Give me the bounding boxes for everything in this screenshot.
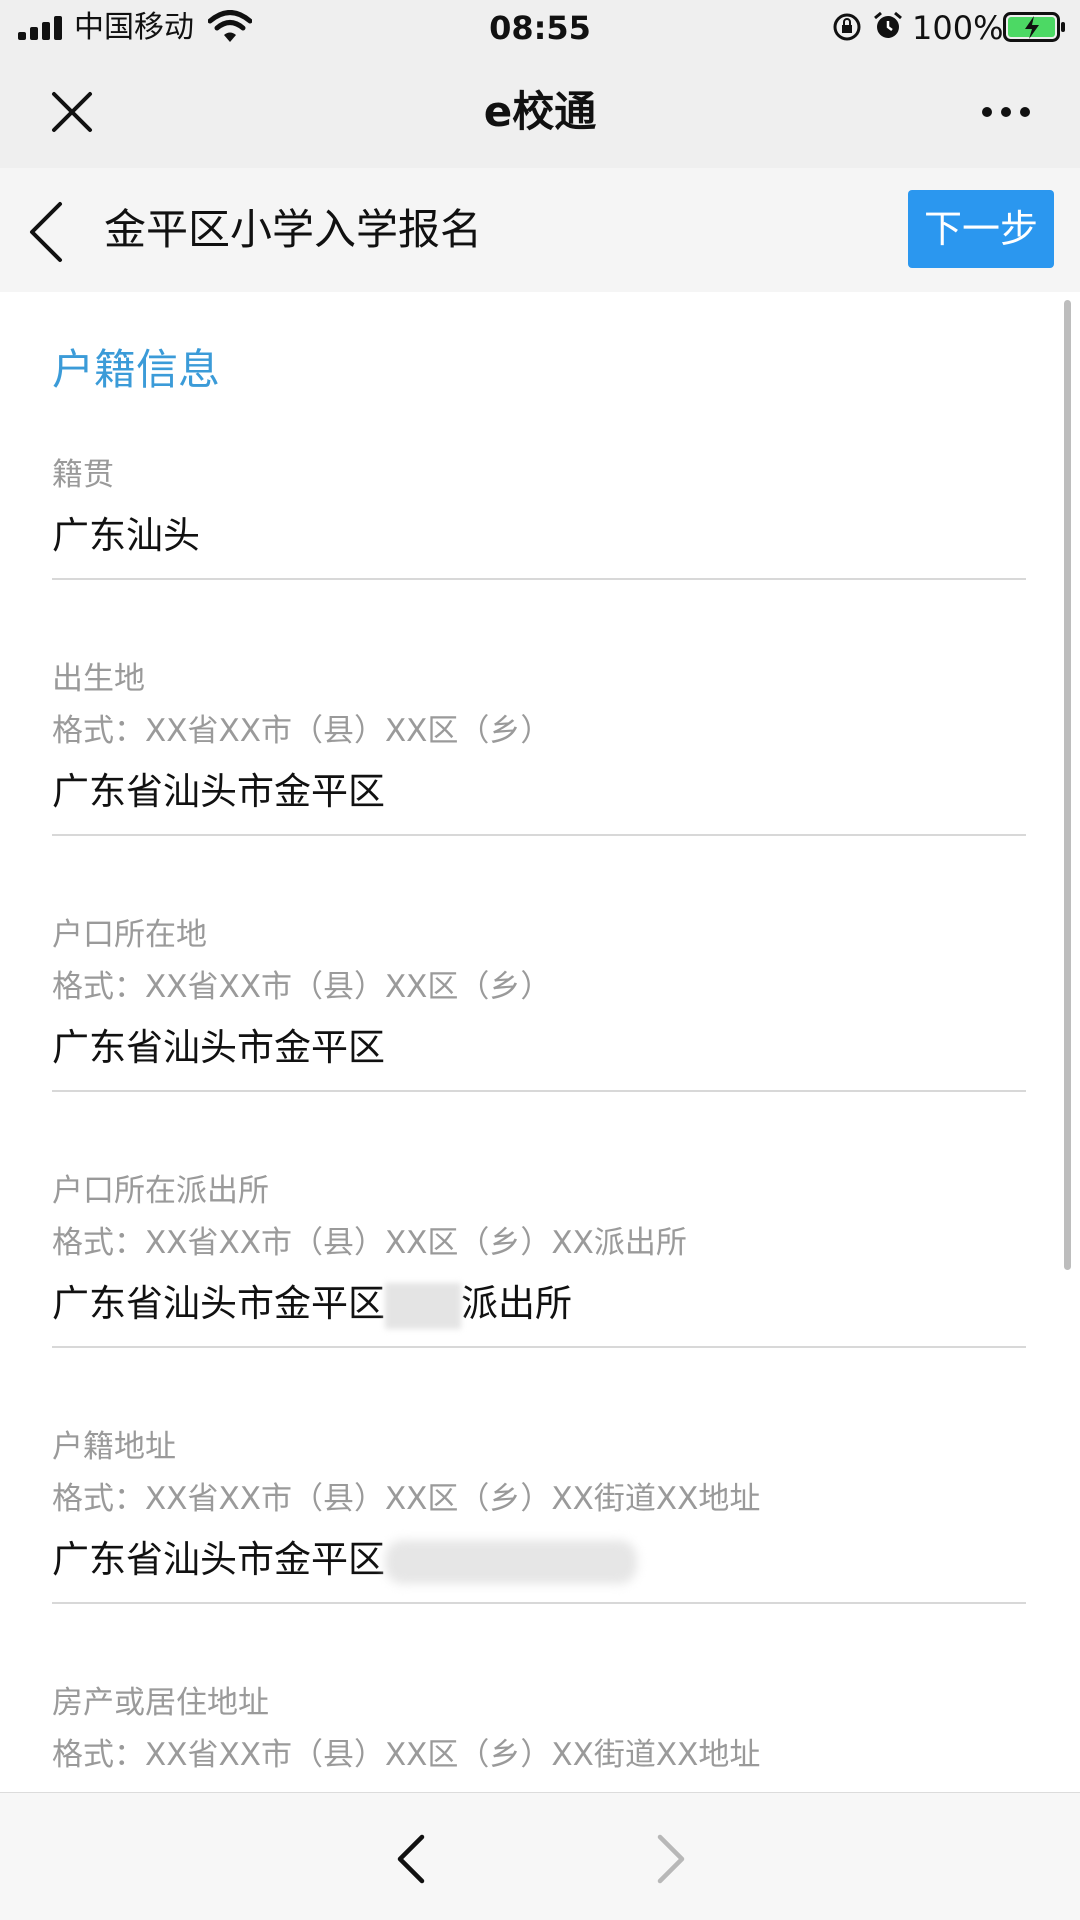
field-label: 籍贯 xyxy=(52,457,114,493)
household-address-value: 广东省汕头市金平区 xyxy=(52,1538,385,1581)
field-label: 房产或居住地址 xyxy=(52,1685,269,1721)
field-format-hint: 格式：XX省XX市（县）XX区（乡）XX街道XX地址 xyxy=(52,1481,761,1517)
bottom-nav-bar xyxy=(0,1792,1080,1920)
page-title: 金平区小学入学报名 xyxy=(104,205,483,254)
orientation-lock-icon xyxy=(833,13,861,41)
police-station-value: 广东省汕头市金平区 xyxy=(52,1282,385,1325)
field-label: 出生地 xyxy=(52,661,145,697)
field-format-hint: 格式：XX省XX市（县）XX区（乡）XX街道XX地址 xyxy=(52,1737,761,1773)
field-label: 户口所在地 xyxy=(52,917,207,953)
redacted-area xyxy=(385,1282,461,1329)
battery-charging-icon xyxy=(1003,12,1065,42)
field-birthplace: 出生地 格式：XX省XX市（县）XX区（乡） 广东省汕头市金平区 xyxy=(52,658,1026,848)
field-underline xyxy=(52,834,1026,836)
field-household-address: 户籍地址 格式：XX省XX市（县）XX区（乡）XX街道XX地址 广东省汕头市金平… xyxy=(52,1426,1026,1616)
native-place-input[interactable]: 广东汕头 xyxy=(52,510,200,562)
police-station-suffix: 派出所 xyxy=(461,1282,572,1325)
nav-forward-icon[interactable] xyxy=(654,1833,690,1885)
birthplace-input[interactable]: 广东省汕头市金平区 xyxy=(52,766,385,818)
field-label: 户口所在派出所 xyxy=(52,1173,269,1209)
police-station-input[interactable]: 广东省汕头市金平区 派出所 xyxy=(52,1278,572,1330)
field-police-station: 户口所在派出所 格式：XX省XX市（县）XX区（乡）XX派出所 广东省汕头市金平… xyxy=(52,1170,1026,1360)
field-hukou-location: 户口所在地 格式：XX省XX市（县）XX区（乡） 广东省汕头市金平区 xyxy=(52,914,1026,1104)
battery-percent: 100% xyxy=(912,9,1004,47)
more-icon[interactable] xyxy=(980,100,1032,124)
field-underline xyxy=(52,1090,1026,1092)
alarm-icon xyxy=(874,11,902,38)
field-underline xyxy=(52,1346,1026,1348)
field-underline xyxy=(52,1602,1026,1604)
redacted-area xyxy=(385,1539,637,1584)
field-residence-address: 房产或居住地址 格式：XX省XX市（县）XX区（乡）XX街道XX地址 xyxy=(52,1682,1026,1792)
field-native-place: 籍贯 广东汕头 xyxy=(52,454,1026,586)
page-header: 金平区小学入学报名 下一步 xyxy=(0,168,1080,292)
scrollbar[interactable] xyxy=(1064,300,1071,1270)
section-title: 户籍信息 xyxy=(52,345,221,394)
back-chevron-icon[interactable] xyxy=(26,200,66,264)
form-content: 户籍信息 籍贯 广东汕头 出生地 格式：XX省XX市（县）XX区（乡） 广东省汕… xyxy=(0,292,1080,1792)
field-underline xyxy=(52,578,1026,580)
page: 中国移动 08:55 100% e校通 金平区小学入学报名 下一步 户籍信息 籍… xyxy=(0,0,1080,1920)
field-format-hint: 格式：XX省XX市（县）XX区（乡）XX派出所 xyxy=(52,1225,687,1261)
app-title: e校通 xyxy=(483,87,597,136)
next-button[interactable]: 下一步 xyxy=(908,190,1054,268)
household-address-input[interactable]: 广东省汕头市金平区 xyxy=(52,1534,637,1586)
field-format-hint: 格式：XX省XX市（县）XX区（乡） xyxy=(52,969,552,1005)
field-label: 户籍地址 xyxy=(52,1429,176,1465)
title-bar: e校通 xyxy=(0,56,1080,168)
hukou-location-input[interactable]: 广东省汕头市金平区 xyxy=(52,1022,385,1074)
status-bar: 中国移动 08:55 100% xyxy=(0,0,1080,56)
nav-back-icon[interactable] xyxy=(392,1833,428,1885)
field-format-hint: 格式：XX省XX市（县）XX区（乡） xyxy=(52,713,552,749)
